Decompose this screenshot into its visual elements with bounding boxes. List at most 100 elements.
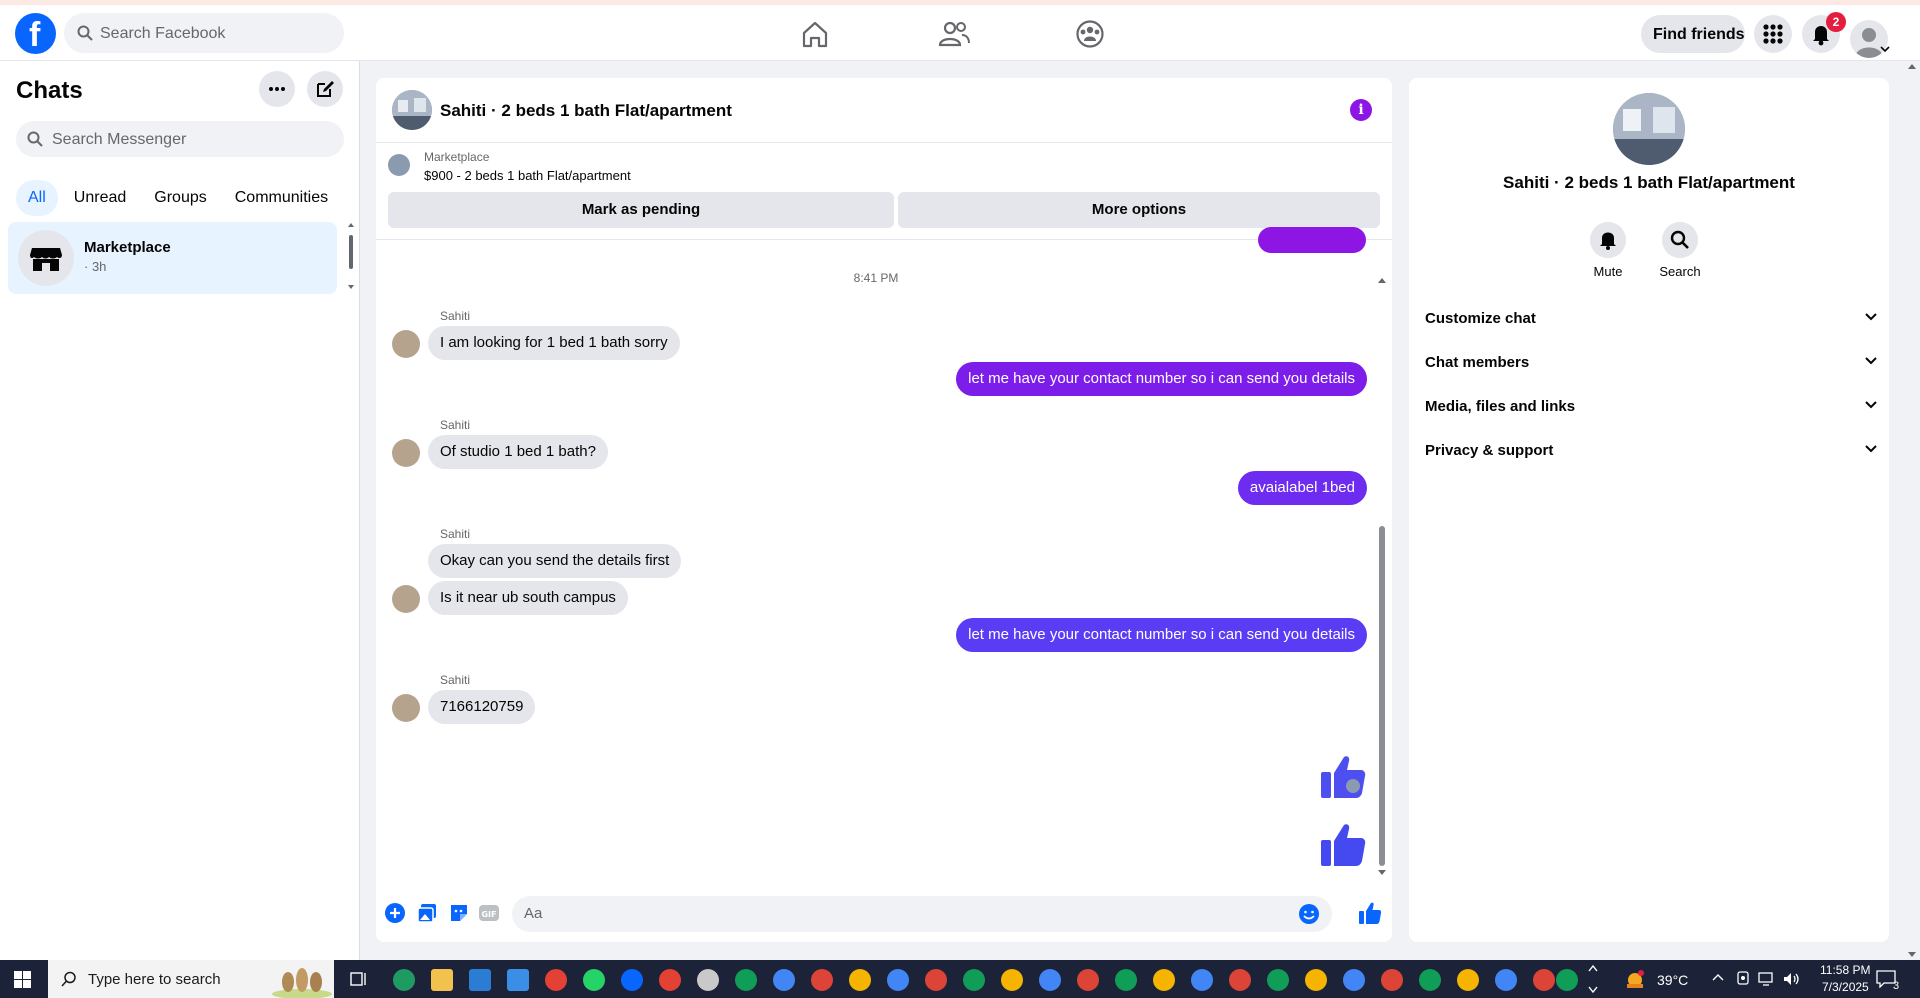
weather-sun-icon[interactable] xyxy=(1624,968,1646,990)
mute-action[interactable]: Mute xyxy=(1578,222,1638,279)
privacy-support-section[interactable]: Privacy & support xyxy=(1425,430,1877,470)
chrome-app-icon[interactable] xyxy=(963,969,985,991)
chrome-app-icon[interactable] xyxy=(1381,969,1403,991)
chrome-app-icon[interactable] xyxy=(659,969,681,991)
file-explorer-icon[interactable] xyxy=(431,969,453,991)
thumbs-up-icon[interactable] xyxy=(1318,819,1368,869)
seen-avatar xyxy=(1346,779,1360,793)
outgoing-message[interactable]: let me have your contact number so i can… xyxy=(956,362,1367,396)
incoming-message[interactable]: 7166120759 xyxy=(428,690,536,724)
page-scrollbar[interactable] xyxy=(1904,61,1920,960)
clock-time[interactable]: 11:58 PM xyxy=(1820,963,1870,977)
more-options-button[interactable]: More options xyxy=(898,192,1380,228)
mark-as-pending-button[interactable]: Mark as pending xyxy=(388,192,894,228)
chrome-app-icon[interactable] xyxy=(1077,969,1099,991)
listing-thumbnail[interactable] xyxy=(388,154,410,176)
facebook-search-input[interactable]: Search Facebook xyxy=(64,13,344,53)
app-icon[interactable] xyxy=(697,969,719,991)
chrome-app-icon[interactable] xyxy=(1115,969,1137,991)
filter-all[interactable]: All xyxy=(16,180,58,216)
messenger-search-input[interactable]: Search Messenger xyxy=(16,121,344,157)
chrome-app-icon[interactable] xyxy=(545,969,567,991)
task-view-icon[interactable] xyxy=(350,970,368,988)
chrome-app-icon[interactable] xyxy=(1229,969,1251,991)
facebook-logo[interactable]: f xyxy=(15,13,56,54)
plus-circle-icon[interactable] xyxy=(384,902,406,924)
sticker-icon[interactable] xyxy=(448,902,470,924)
edge-app-icon[interactable] xyxy=(393,969,415,991)
chrome-app-icon[interactable] xyxy=(735,969,757,991)
groups-icon[interactable] xyxy=(1073,19,1107,49)
listing-title[interactable]: $900 - 2 beds 1 bath Flat/apartment xyxy=(424,168,631,183)
photo-attach-icon[interactable] xyxy=(416,902,438,924)
chrome-app-icon[interactable] xyxy=(1267,969,1289,991)
find-friends-button[interactable]: Find friends xyxy=(1641,15,1745,53)
sidebar-scrollbar[interactable] xyxy=(347,221,355,291)
taskbar-search-input[interactable]: Type here to search xyxy=(48,960,334,998)
marketplace-avatar xyxy=(18,230,74,286)
incoming-message[interactable]: Is it near ub south campus xyxy=(428,581,628,615)
chrome-app-icon[interactable] xyxy=(1191,969,1213,991)
search-action[interactable]: Search xyxy=(1650,222,1710,279)
store-app-icon[interactable] xyxy=(469,969,491,991)
chrome-app-icon[interactable] xyxy=(1495,969,1517,991)
filter-groups[interactable]: Groups xyxy=(142,180,218,216)
chats-title: Chats xyxy=(16,77,83,104)
search-icon xyxy=(1670,230,1689,249)
conversation-avatar[interactable] xyxy=(392,90,432,130)
chrome-app-icon[interactable] xyxy=(1305,969,1327,991)
thumbs-up-icon[interactable] xyxy=(1318,751,1368,801)
taskbar-overflow-scroll-icon[interactable] xyxy=(1588,963,1598,995)
message-composer: GIF Aa xyxy=(376,886,1392,942)
chrome-app-icon[interactable] xyxy=(1556,969,1578,991)
chrome-app-icon[interactable] xyxy=(1153,969,1175,991)
volume-icon[interactable] xyxy=(1782,971,1800,987)
gif-icon[interactable]: GIF xyxy=(478,902,500,924)
friends-icon[interactable] xyxy=(937,19,971,49)
notification-badge: 2 xyxy=(1826,12,1846,32)
chrome-app-icon[interactable] xyxy=(925,969,947,991)
chrome-app-icon[interactable] xyxy=(1039,969,1061,991)
chat-time: · 3h xyxy=(84,259,107,274)
clock-date[interactable]: 7/3/2025 xyxy=(1822,980,1869,994)
chrome-app-icon[interactable] xyxy=(1001,969,1023,991)
whatsapp-app-icon[interactable] xyxy=(583,969,605,991)
home-icon[interactable] xyxy=(798,19,832,49)
customize-chat-section[interactable]: Customize chat xyxy=(1425,298,1877,338)
menu-grid-button[interactable] xyxy=(1754,15,1792,53)
incoming-message[interactable]: Okay can you send the details first xyxy=(428,544,682,578)
outgoing-message[interactable]: avaialabel 1bed xyxy=(1237,471,1367,505)
section-label: Chat members xyxy=(1425,354,1530,371)
chrome-app-icon[interactable] xyxy=(1457,969,1479,991)
incoming-message[interactable]: Of studio 1 bed 1 bath? xyxy=(428,435,608,469)
mail-app-icon[interactable] xyxy=(507,969,529,991)
like-send-icon[interactable] xyxy=(1358,901,1382,925)
windows-start-icon[interactable] xyxy=(14,971,31,988)
facebook-app-icon[interactable] xyxy=(621,969,643,991)
weather-temperature[interactable]: 39°C xyxy=(1657,972,1688,988)
chrome-app-icon[interactable] xyxy=(849,969,871,991)
chevron-up-icon[interactable] xyxy=(1712,973,1724,983)
conversation-scrollbar[interactable] xyxy=(1376,276,1388,878)
filter-unread[interactable]: Unread xyxy=(62,180,138,216)
chrome-app-icon[interactable] xyxy=(1533,969,1555,991)
chrome-app-icon[interactable] xyxy=(811,969,833,991)
emoji-icon[interactable] xyxy=(1298,903,1320,925)
chrome-app-icon[interactable] xyxy=(887,969,909,991)
meet-now-icon[interactable] xyxy=(1736,970,1750,986)
network-icon[interactable] xyxy=(1758,971,1776,987)
media-files-links-section[interactable]: Media, files and links xyxy=(1425,386,1877,426)
chat-members-section[interactable]: Chat members xyxy=(1425,342,1877,382)
chat-list-item-marketplace[interactable]: Marketplace · 3h xyxy=(8,222,337,294)
incoming-message[interactable]: I am looking for 1 bed 1 bath sorry xyxy=(428,326,680,360)
conversation-large-avatar[interactable] xyxy=(1613,93,1685,165)
message-input[interactable]: Aa xyxy=(512,896,1332,932)
chrome-app-icon[interactable] xyxy=(1419,969,1441,991)
info-icon[interactable]: i xyxy=(1350,99,1372,121)
outgoing-message[interactable]: let me have your contact number so i can… xyxy=(956,618,1367,652)
filter-communities[interactable]: Communities xyxy=(223,180,340,216)
chrome-app-icon[interactable] xyxy=(1343,969,1365,991)
new-message-button[interactable] xyxy=(307,71,343,107)
chrome-app-icon[interactable] xyxy=(773,969,795,991)
chat-options-button[interactable] xyxy=(259,71,295,107)
